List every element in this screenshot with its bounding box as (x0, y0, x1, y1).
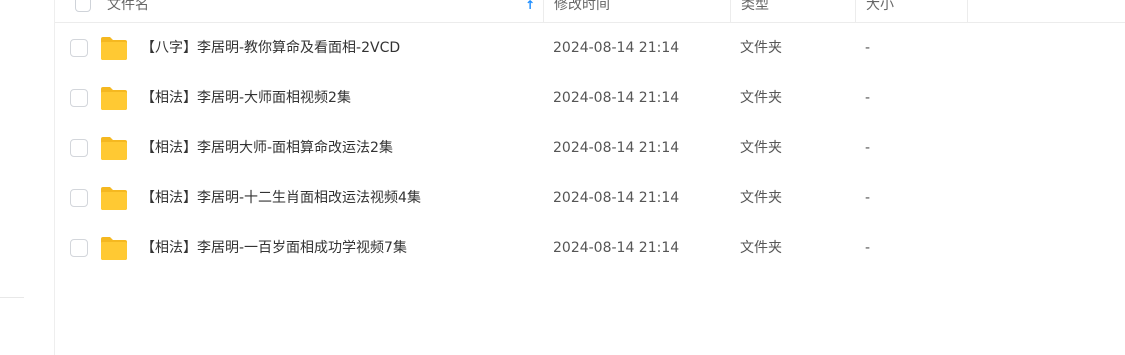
file-size: - (865, 240, 871, 256)
file-row[interactable]: 【相法】李居明-一百岁面相成功学视频7集 2024-08-14 21:14 文件… (55, 223, 1125, 273)
file-modified-time: 2024-08-14 21:14 (553, 240, 680, 256)
file-type: 文件夹 (740, 40, 782, 56)
file-type: 文件夹 (740, 90, 782, 106)
column-header-name-label: 文件名 (107, 0, 149, 13)
file-modified-time: 2024-08-14 21:14 (553, 190, 680, 206)
column-header-type-label: 类型 (741, 0, 769, 13)
file-name[interactable]: 【相法】李居明-一百岁面相成功学视频7集 (141, 223, 407, 273)
file-row[interactable]: 【相法】李居明-十二生肖面相改运法视频4集 2024-08-14 21:14 文… (55, 173, 1125, 223)
row-checkbox[interactable] (70, 89, 88, 107)
file-modified-time: 2024-08-14 21:14 (553, 90, 680, 106)
file-row[interactable]: 【相法】李居明-大师面相视频2集 2024-08-14 21:14 文件夹 - (55, 73, 1125, 123)
sidebar-edge (0, 0, 55, 355)
file-type: 文件夹 (740, 140, 782, 156)
file-modified-time: 2024-08-14 21:14 (553, 40, 680, 56)
folder-icon (101, 237, 127, 260)
column-header-modified[interactable]: 修改时间 (543, 0, 733, 22)
sort-ascending-arrow-icon[interactable]: ↑ (525, 0, 535, 22)
file-name[interactable]: 【相法】李居明大师-面相算命改运法2集 (141, 123, 393, 173)
folder-icon (101, 37, 127, 60)
column-header-type[interactable]: 类型 (730, 0, 855, 22)
file-row[interactable]: 【八字】李居明-教你算命及看面相-2VCD 2024-08-14 21:14 文… (55, 23, 1125, 73)
file-type: 文件夹 (740, 240, 782, 256)
file-size: - (865, 190, 871, 206)
row-checkbox[interactable] (70, 139, 88, 157)
sidebar-divider (0, 297, 24, 298)
file-size: - (865, 140, 871, 156)
file-size: - (865, 40, 871, 56)
select-all-checkbox[interactable] (75, 0, 91, 12)
file-modified-time: 2024-08-14 21:14 (553, 140, 680, 156)
file-row[interactable]: 【相法】李居明大师-面相算命改运法2集 2024-08-14 21:14 文件夹… (55, 123, 1125, 173)
folder-icon (101, 87, 127, 110)
column-header-modified-label: 修改时间 (554, 0, 610, 13)
row-checkbox[interactable] (70, 239, 88, 257)
file-list-header: 文件名 ↑ 修改时间 类型 大小 (55, 0, 1125, 23)
column-header-name[interactable]: 文件名 (107, 0, 595, 22)
row-checkbox[interactable] (70, 189, 88, 207)
file-name[interactable]: 【八字】李居明-教你算命及看面相-2VCD (141, 23, 400, 73)
file-list-page: 文件名 ↑ 修改时间 类型 大小 【八字】李居明-教你算命及看面相-2VCD 2… (0, 0, 1125, 355)
row-checkbox[interactable] (70, 39, 88, 57)
file-name[interactable]: 【相法】李居明-十二生肖面相改运法视频4集 (141, 173, 421, 223)
folder-icon (101, 187, 127, 210)
column-header-size[interactable]: 大小 (855, 0, 968, 22)
folder-icon (101, 137, 127, 160)
file-type: 文件夹 (740, 190, 782, 206)
column-header-size-label: 大小 (866, 0, 894, 13)
file-name[interactable]: 【相法】李居明-大师面相视频2集 (141, 73, 351, 123)
file-size: - (865, 90, 871, 106)
